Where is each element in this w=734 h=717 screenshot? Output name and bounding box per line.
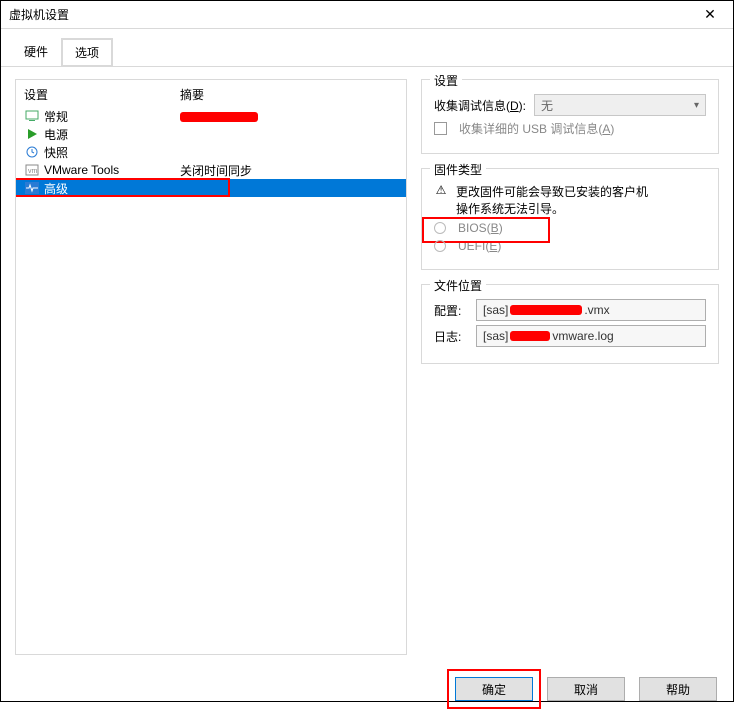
- group-settings: 设置 收集调试信息(D): 无 ▾ 收集详细的 USB 调试信息(A): [421, 79, 719, 154]
- config-path-label: 配置:: [434, 302, 468, 319]
- usb-debug-checkbox[interactable]: [434, 122, 447, 135]
- list-item-label: VMware Tools: [44, 163, 180, 177]
- usb-debug-row: 收集详细的 USB 调试信息(A): [434, 120, 706, 137]
- debug-info-row: 收集调试信息(D): 无 ▾: [434, 94, 706, 116]
- firmware-warning-text: 更改固件可能会导致已安装的客户机 操作系统无法引导。: [456, 183, 648, 217]
- list-item-label: 快照: [44, 144, 180, 161]
- config-path-row: 配置: [sas] .vmx: [434, 299, 706, 321]
- config-path-field[interactable]: [sas] .vmx: [476, 299, 706, 321]
- svg-text:vm: vm: [28, 168, 38, 175]
- pulse-icon: [24, 181, 40, 195]
- vm-icon: vm: [24, 163, 40, 177]
- close-icon[interactable]: ✕: [687, 1, 733, 29]
- warning-icon: ⚠: [434, 183, 448, 197]
- list-item-advanced[interactable]: 高级: [16, 179, 406, 197]
- log-path-field[interactable]: [sas] vmware.log: [476, 325, 706, 347]
- titlebar: 虚拟机设置 ✕: [1, 1, 733, 29]
- radio-bios[interactable]: [434, 222, 446, 234]
- list-item-snapshot[interactable]: 快照: [16, 143, 406, 161]
- combo-value: 无: [541, 97, 553, 114]
- radio-uefi[interactable]: [434, 240, 446, 252]
- log-path-row: 日志: [sas] vmware.log: [434, 325, 706, 347]
- log-path-label: 日志:: [434, 328, 468, 345]
- cancel-button[interactable]: 取消: [547, 677, 625, 701]
- window-title: 虚拟机设置: [9, 6, 69, 23]
- radio-bios-row[interactable]: BIOS(B): [434, 221, 706, 235]
- monitor-icon: [24, 109, 40, 123]
- radio-bios-label: BIOS(B): [458, 221, 503, 235]
- right-panel: 设置 收集调试信息(D): 无 ▾ 收集详细的 USB 调试信息(A) 固件类型…: [421, 79, 719, 655]
- debug-info-label: 收集调试信息(D):: [434, 97, 526, 114]
- list-item-vmware-tools[interactable]: vm VMware Tools 关闭时间同步: [16, 161, 406, 179]
- column-header-summary: 摘要: [180, 86, 398, 103]
- list-item-label: 高级: [44, 180, 180, 197]
- tab-hardware[interactable]: 硬件: [11, 38, 61, 67]
- list-item-summary: [180, 109, 398, 123]
- tab-bar: 硬件 选项: [1, 29, 733, 67]
- radio-uefi-label: UEFI(E): [458, 239, 501, 253]
- debug-info-combo[interactable]: 无 ▾: [534, 94, 706, 116]
- list-item-summary: 关闭时间同步: [180, 162, 398, 179]
- content-area: 设置 摘要 常规 电源 快照: [1, 67, 733, 667]
- group-title: 文件位置: [430, 277, 486, 294]
- settings-list-header: 设置 摘要: [16, 80, 406, 107]
- list-item-power[interactable]: 电源: [16, 125, 406, 143]
- chevron-down-icon: ▾: [694, 100, 699, 111]
- dialog-buttons: 确定 取消 帮助: [1, 667, 733, 717]
- group-file-location: 文件位置 配置: [sas] .vmx 日志: [sas] vmware.log: [421, 284, 719, 364]
- radio-uefi-row[interactable]: UEFI(E): [434, 239, 706, 253]
- help-button[interactable]: 帮助: [639, 677, 717, 701]
- firmware-warning: ⚠ 更改固件可能会导致已安装的客户机 操作系统无法引导。: [434, 183, 706, 217]
- column-header-setting: 设置: [24, 86, 180, 103]
- settings-list-panel: 设置 摘要 常规 电源 快照: [15, 79, 407, 655]
- usb-debug-label: 收集详细的 USB 调试信息(A): [459, 120, 614, 137]
- group-title: 设置: [430, 72, 462, 89]
- settings-list: 常规 电源 快照 vm VMware: [16, 107, 406, 654]
- ok-button[interactable]: 确定: [455, 677, 533, 701]
- clock-icon: [24, 145, 40, 159]
- play-icon: [24, 127, 40, 141]
- list-item-general[interactable]: 常规: [16, 107, 406, 125]
- list-item-label: 常规: [44, 108, 180, 125]
- tab-options[interactable]: 选项: [61, 38, 113, 67]
- group-title: 固件类型: [430, 161, 486, 178]
- group-firmware: 固件类型 ⚠ 更改固件可能会导致已安装的客户机 操作系统无法引导。 BIOS(B…: [421, 168, 719, 270]
- list-item-label: 电源: [44, 126, 180, 143]
